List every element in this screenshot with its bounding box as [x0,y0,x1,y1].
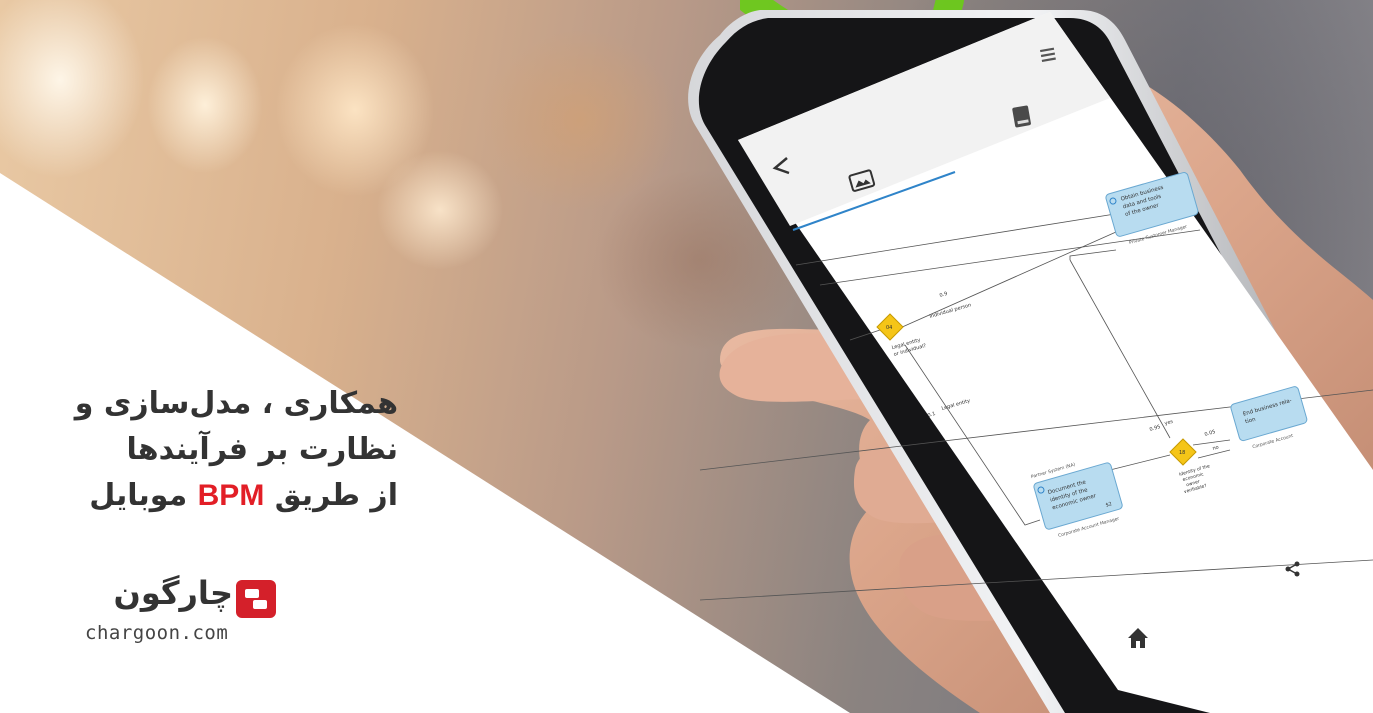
svg-text:04: 04 [886,325,892,331]
svg-text:18: 18 [1179,450,1185,456]
headline-line-2: نظارت بر فرآیندها [126,432,398,467]
headline-line-1: همکاری ، مدل‌سازی و [74,386,398,421]
chargoon-logo[interactable]: چارگون chargoon.com [78,574,278,665]
headline-line-3: از طریق BPM موبایل [28,473,398,519]
headline-accent-bpm: BPM [197,479,265,512]
logo-name: چارگون [113,574,233,612]
book-icon [1012,105,1031,128]
logo-mark-icon [236,580,276,618]
headline-line-3-suffix: موبایل [89,478,188,513]
headline-line-3-prefix: از طریق [274,478,398,513]
headline: همکاری ، مدل‌سازی و نظارت بر فرآیندها از… [28,381,398,519]
menu-icon [1040,47,1056,63]
logo-url: chargoon.com [85,622,229,644]
banner: Obtain business data and tools of the ow… [0,0,1373,713]
